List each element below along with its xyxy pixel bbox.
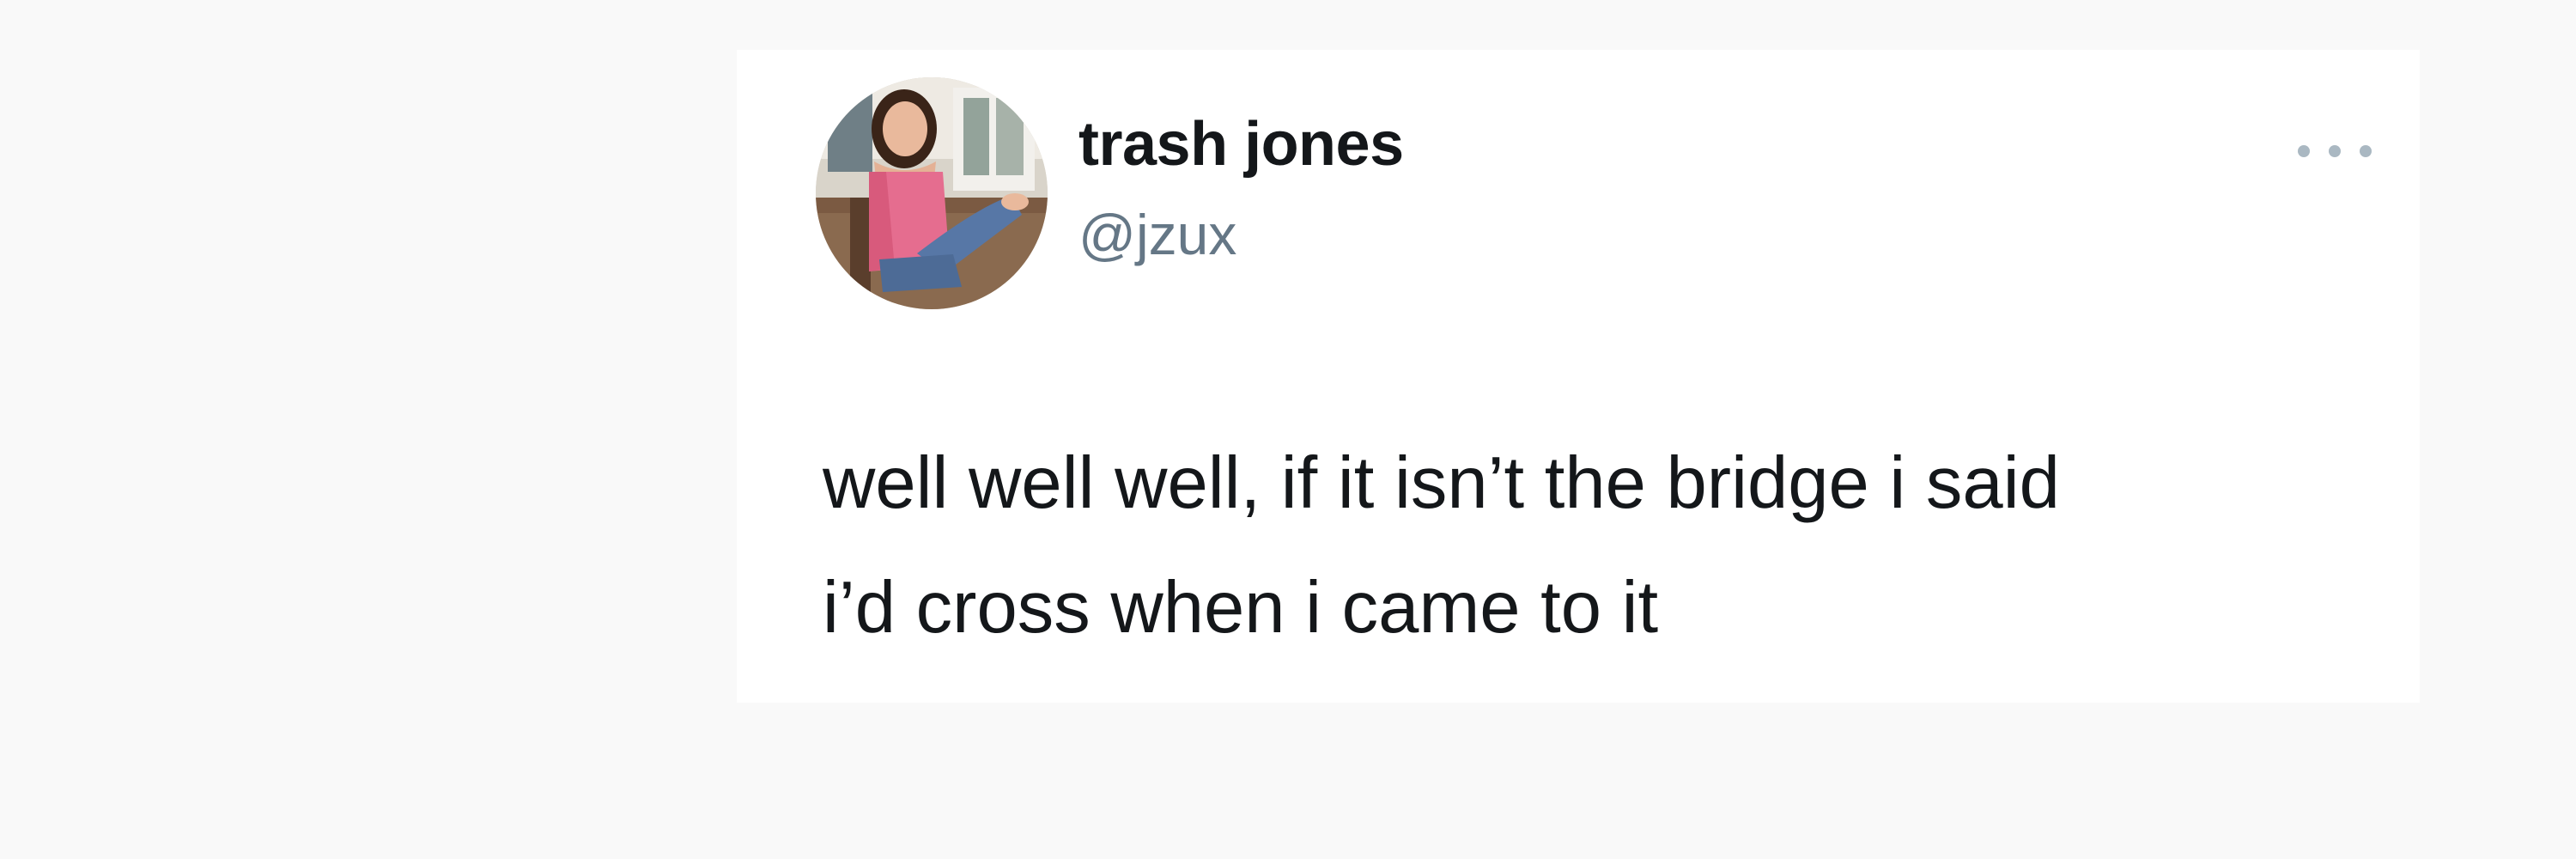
- more-options-icon: [2360, 145, 2372, 157]
- tweet-text-line-2: i’d cross when i came to it: [823, 567, 1659, 649]
- profile-photo-icon: [816, 77, 1048, 309]
- more-options-icon: [2329, 145, 2341, 157]
- author-display-name[interactable]: trash jones: [1078, 113, 1404, 175]
- more-options-button[interactable]: [2298, 136, 2372, 167]
- more-options-icon: [2298, 145, 2310, 157]
- avatar[interactable]: [816, 77, 1048, 309]
- tweet-text-line-1: well well well, if it isn’t the bridge i…: [823, 442, 2060, 524]
- tweet-text: well well well, if it isn’t the bridge i…: [823, 421, 2368, 670]
- author-handle[interactable]: @jzux: [1078, 206, 1236, 263]
